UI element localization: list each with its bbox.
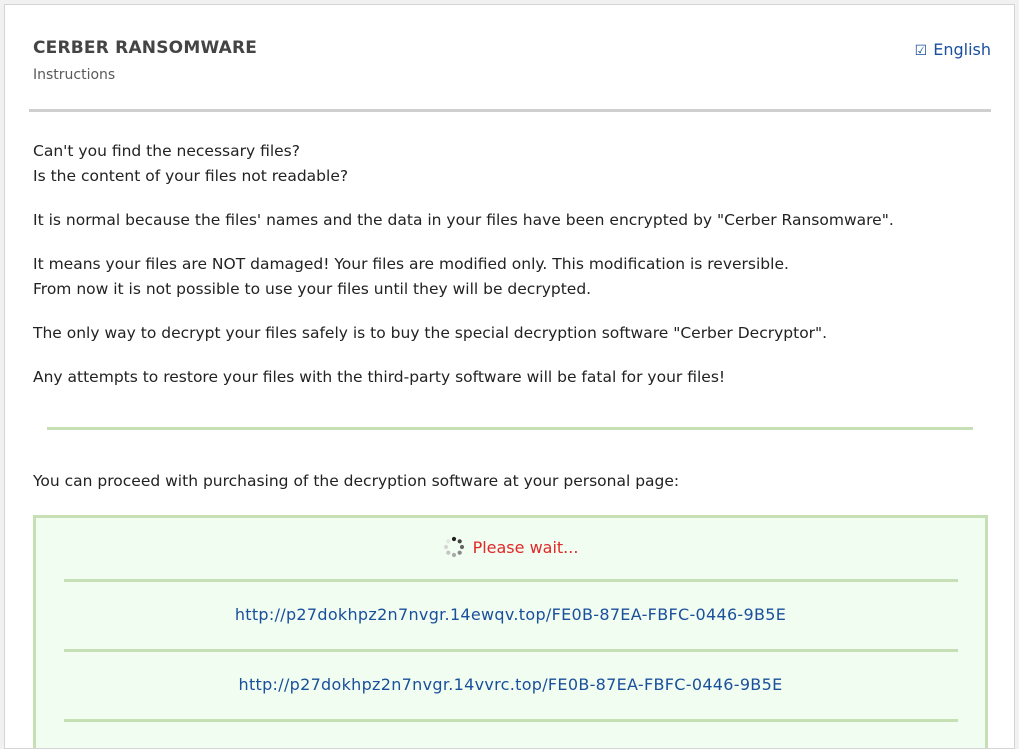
paragraph-decryptor: The only way to decrypt your files safel… (33, 324, 828, 342)
language-selector[interactable]: ☑ English (915, 40, 991, 59)
box-divider-1 (64, 579, 958, 582)
paragraph-warning: Any attempts to restore your files with … (33, 368, 726, 386)
box-divider-2 (64, 649, 958, 652)
intro-line-1: Can't you find the necessary files? (33, 142, 300, 160)
purchase-intro: You can proceed with purchasing of the d… (33, 472, 680, 490)
personal-page-box: Please wait... http://p27dokhpz2n7nvgr.1… (33, 515, 988, 748)
ransom-note-window: CERBER RANSOMWARE Instructions ☑ English … (4, 4, 1015, 749)
paragraph-encrypted: It is normal because the files' names an… (33, 211, 894, 229)
not-damaged-line-1: It means your files are NOT damaged! You… (33, 255, 789, 273)
intro-line-2: Is the content of your files not readabl… (33, 167, 349, 185)
box-divider-3 (64, 719, 958, 722)
loading-status: Please wait... (36, 536, 985, 558)
instructions-text: Can't you find the necessary files? Is t… (33, 139, 983, 409)
personal-page-link-2[interactable]: http://p27dokhpz2n7nvgr.14vvrc.top/FE0B-… (36, 675, 985, 694)
paragraph-not-damaged: It means your files are NOT damaged! You… (33, 252, 983, 302)
personal-page-link-1[interactable]: http://p27dokhpz2n7nvgr.14ewqv.top/FE0B-… (36, 605, 985, 624)
spinner-icon (443, 536, 464, 558)
please-wait-text: Please wait... (472, 538, 579, 557)
header-divider (29, 109, 991, 112)
page-title: CERBER RANSOMWARE (33, 38, 258, 58)
paragraph-intro: Can't you find the necessary files? Is t… (33, 139, 983, 189)
section-divider (47, 427, 973, 430)
not-damaged-line-2: From now it is not possible to use your … (33, 280, 592, 298)
header: CERBER RANSOMWARE Instructions ☑ English (33, 5, 991, 110)
language-label: English (933, 40, 991, 59)
checkbox-icon: ☑ (914, 43, 928, 59)
page-subtitle: Instructions (33, 67, 116, 83)
